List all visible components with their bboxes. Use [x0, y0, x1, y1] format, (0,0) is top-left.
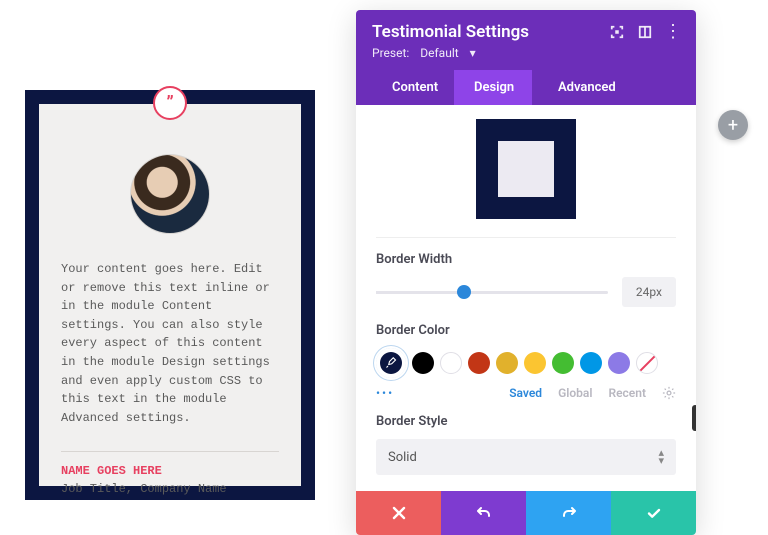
- color-swatch[interactable]: [524, 352, 546, 374]
- slider-thumb[interactable]: [457, 285, 471, 299]
- color-swatch-selected[interactable]: [376, 348, 406, 378]
- border-width-label: Border Width: [376, 252, 676, 267]
- testimonial-content[interactable]: Your content goes here. Edit or remove t…: [61, 260, 279, 427]
- color-swatch[interactable]: [608, 352, 630, 374]
- color-swatch[interactable]: [468, 352, 490, 374]
- more-colors-icon[interactable]: •••: [376, 386, 394, 400]
- eyedropper-icon: [385, 357, 397, 369]
- border-color-label: Border Color: [376, 323, 676, 338]
- testimonial-job[interactable]: Job Title, Company Name: [61, 482, 279, 496]
- panel-title: Testimonial Settings: [372, 22, 610, 42]
- testimonial-inner: ” Your content goes here. Edit or remove…: [39, 104, 301, 486]
- redo-button[interactable]: [526, 491, 611, 535]
- tab-content[interactable]: Content: [372, 70, 454, 105]
- panel-body: Border Width 24px Border Color: [356, 105, 696, 491]
- quote-icon: ”: [153, 86, 187, 120]
- gear-icon[interactable]: [662, 386, 676, 400]
- tabs: Content Design Advanced: [372, 70, 680, 105]
- border-style-label: Border Style: [376, 414, 676, 429]
- border-width-slider[interactable]: [376, 282, 608, 302]
- settings-panel: Testimonial Settings ⋮ Preset: Default ▾…: [356, 10, 696, 535]
- chevron-down-icon: ▾: [470, 46, 476, 60]
- undo-button[interactable]: [441, 491, 526, 535]
- palette-tab-saved[interactable]: Saved: [509, 386, 542, 400]
- color-swatch[interactable]: [440, 352, 462, 374]
- preview-outer[interactable]: [476, 119, 576, 219]
- color-swatch[interactable]: [496, 352, 518, 374]
- palette-tab-recent[interactable]: Recent: [608, 386, 646, 400]
- color-swatch[interactable]: [552, 352, 574, 374]
- preset-dropdown[interactable]: Preset: Default ▾: [372, 46, 680, 60]
- testimonial-name[interactable]: NAME GOES HERE: [61, 451, 279, 478]
- cancel-button[interactable]: [356, 491, 441, 535]
- add-button[interactable]: +: [718, 110, 748, 140]
- color-swatches: [376, 348, 676, 378]
- tab-advanced[interactable]: Advanced: [532, 70, 636, 105]
- select-caret-icon: ▴▾: [658, 449, 664, 465]
- save-button[interactable]: [611, 491, 696, 535]
- kebab-icon[interactable]: ⋮: [666, 25, 680, 39]
- palette-tab-global[interactable]: Global: [558, 386, 592, 400]
- preview-inner: [498, 141, 554, 197]
- color-swatch[interactable]: [580, 352, 602, 374]
- tab-design[interactable]: Design: [454, 70, 532, 105]
- testimonial-card: ” Your content goes here. Edit or remove…: [25, 90, 315, 500]
- color-swatch-none[interactable]: [636, 352, 658, 374]
- columns-icon[interactable]: [638, 25, 652, 39]
- panel-footer: [356, 491, 696, 535]
- scrollbar-thumb[interactable]: [692, 405, 696, 431]
- avatar: [130, 154, 210, 234]
- panel-header: Testimonial Settings ⋮ Preset: Default ▾…: [356, 10, 696, 105]
- focus-icon[interactable]: [610, 25, 624, 39]
- color-swatch[interactable]: [412, 352, 434, 374]
- border-preview: [376, 115, 676, 238]
- border-style-select[interactable]: Solid ▴▾: [376, 439, 676, 475]
- border-width-value[interactable]: 24px: [622, 277, 676, 307]
